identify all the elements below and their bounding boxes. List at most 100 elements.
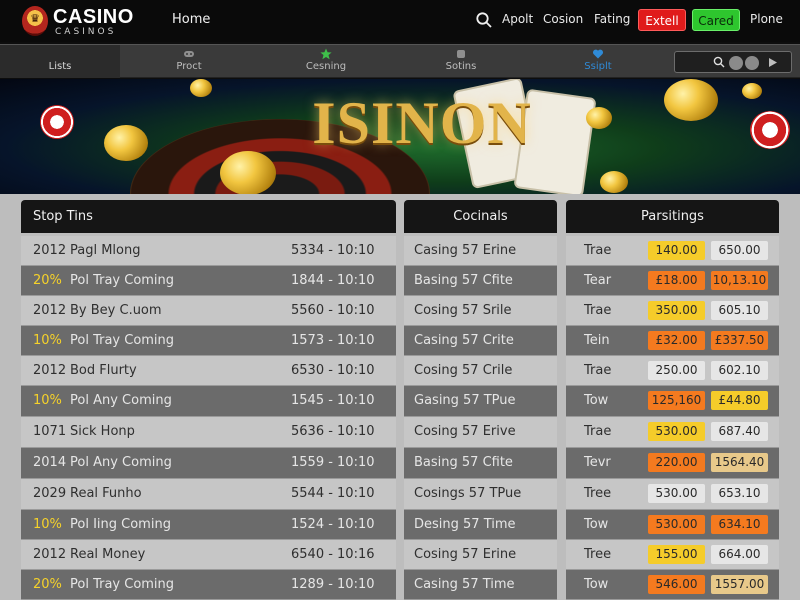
odds-pill-secondary[interactable]: 602.10: [711, 361, 768, 380]
table-row[interactable]: Trae 140.00 650.00: [566, 236, 779, 266]
row-value-cell: 1573 - 10:10: [291, 333, 375, 348]
table-row[interactable]: Tow 125,160 £44.80: [566, 386, 779, 417]
logo-sub-text: CASINOS: [55, 27, 117, 37]
tab-cesning[interactable]: Cesning: [258, 45, 394, 78]
odds-pill-primary[interactable]: £18.00: [648, 271, 705, 290]
table-row[interactable]: Trae 350.00 605.10: [566, 296, 779, 326]
table-row[interactable]: 20% Pol Tray Coming 1289 - 10:10: [21, 570, 396, 600]
table-row[interactable]: Tow 546.00 1557.00: [566, 570, 779, 600]
odds-pill-secondary[interactable]: 634.10: [711, 515, 768, 534]
row-casino-cell: Casing 57 Erine: [414, 243, 517, 258]
odds-pill-primary[interactable]: 155.00: [648, 545, 705, 564]
table-row[interactable]: Cosing 57 Srile: [404, 296, 557, 326]
table-row[interactable]: Casing 57 Time: [404, 570, 557, 600]
row-year-cell: 20%: [33, 577, 62, 592]
odds-pill-secondary[interactable]: 1564.40: [711, 453, 768, 472]
table-row[interactable]: Cosing 57 Crile: [404, 356, 557, 386]
nav-link-casino[interactable]: Cosion: [543, 12, 583, 26]
table-row[interactable]: Cosing 57 Erive: [404, 417, 557, 448]
odds-pill-secondary[interactable]: £337.50: [711, 331, 768, 350]
table-row[interactable]: 2012 Pagl Mlong 5334 - 10:10: [21, 236, 396, 266]
odds-pill-primary[interactable]: 125,160: [648, 391, 705, 410]
tab-proct[interactable]: Proct: [121, 45, 257, 78]
table-row[interactable]: Trae 530.00 687.40: [566, 417, 779, 448]
row-casino-cell: Basing 57 Cfite: [414, 455, 513, 470]
table-row[interactable]: Cosings 57 TPue: [404, 479, 557, 510]
odds-pill-secondary[interactable]: 1557.00: [711, 575, 768, 594]
table-row[interactable]: Desing 57 Time: [404, 510, 557, 540]
tab-proct-label: Proct: [176, 61, 202, 72]
search-icon[interactable]: [475, 11, 493, 29]
table-row[interactable]: 2029 Real Funho 5544 - 10:10: [21, 479, 396, 510]
search-icon[interactable]: [713, 56, 725, 68]
odds-pill-primary[interactable]: 530.00: [648, 515, 705, 534]
poker-chip-image: [40, 105, 74, 139]
nav-link-ratings[interactable]: Fating: [594, 12, 630, 26]
nav-link-about[interactable]: Apolt: [502, 12, 533, 26]
table-row[interactable]: Basing 57 Cfite: [404, 448, 557, 479]
odds-pill-secondary[interactable]: 653.10: [711, 484, 768, 503]
table-row[interactable]: 10% Pol Any Coming 1545 - 10:10: [21, 386, 396, 417]
row-casino-cell: Desing 57 Time: [414, 517, 516, 532]
table-row[interactable]: Tein £32.00 £337.50: [566, 326, 779, 356]
gold-coin-image: [664, 79, 718, 121]
login-button[interactable]: Extell: [638, 9, 686, 31]
odds-pill-secondary[interactable]: 650.00: [711, 241, 768, 260]
row-name-cell: Pol Any Coming: [70, 455, 172, 470]
site-logo[interactable]: ♛ CASINO CASINOS: [18, 3, 148, 39]
table-row[interactable]: Casing 57 Erine: [404, 236, 557, 266]
table-row[interactable]: 20% Pol Tray Coming 1844 - 10:10: [21, 266, 396, 296]
table-row[interactable]: Tear £18.00 10,13.10: [566, 266, 779, 296]
panel-left-title: Stop Tins: [21, 200, 396, 233]
table-row[interactable]: 1071 Sick Honp 5636 - 10:10: [21, 417, 396, 448]
search-option-icon[interactable]: [729, 56, 743, 70]
table-row[interactable]: Tree 155.00 664.00: [566, 540, 779, 570]
odds-pill-primary[interactable]: 546.00: [648, 575, 705, 594]
table-row[interactable]: Basing 57 Cfite: [404, 266, 557, 296]
phone-link[interactable]: Plone: [750, 12, 783, 26]
nav-home-link[interactable]: Home: [172, 12, 210, 27]
panel-right: Parsitings Trae 140.00 650.00 Tear £18.00 10,…: [566, 200, 779, 600]
odds-pill-primary[interactable]: 350.00: [648, 301, 705, 320]
odds-pill-primary[interactable]: 530.00: [648, 484, 705, 503]
table-row[interactable]: 2012 Bod Flurty 6530 - 10:10: [21, 356, 396, 386]
table-row[interactable]: 10% Pol Tray Coming 1573 - 10:10: [21, 326, 396, 356]
odds-pill-primary[interactable]: 530.00: [648, 422, 705, 441]
top-header: ♛ CASINO CASINOS Home Apolt Cosion Fatin…: [0, 0, 800, 42]
row-value-cell: 1545 - 10:10: [291, 393, 375, 408]
chips-icon: [457, 50, 465, 58]
table-row[interactable]: Tevr 220.00 1564.40: [566, 448, 779, 479]
odds-pill-secondary[interactable]: 687.40: [711, 422, 768, 441]
table-row[interactable]: 10% Pol Iing Coming 1524 - 10:10: [21, 510, 396, 540]
tab-ssiplt[interactable]: Ssiplt: [528, 45, 668, 78]
play-icon[interactable]: [767, 57, 778, 68]
row-type-cell: Tree: [584, 547, 612, 562]
hero-title: ISINON: [312, 90, 532, 156]
heart-icon: [592, 49, 604, 59]
table-row[interactable]: Casing 57 Crite: [404, 326, 557, 356]
tab-lists[interactable]: Lists: [0, 45, 120, 78]
odds-pill-primary[interactable]: 140.00: [648, 241, 705, 260]
odds-pill-secondary[interactable]: £44.80: [711, 391, 768, 410]
row-casino-cell: Casing 57 Crite: [414, 333, 514, 348]
table-row[interactable]: Trae 250.00 602.10: [566, 356, 779, 386]
table-row[interactable]: 2014 Pol Any Coming 1559 - 10:10: [21, 448, 396, 479]
row-casino-cell: Cosing 57 Erive: [414, 424, 516, 439]
table-row[interactable]: Gasing 57 TPue: [404, 386, 557, 417]
odds-pill-secondary[interactable]: 664.00: [711, 545, 768, 564]
nav-search-box[interactable]: [674, 51, 792, 73]
tab-sotins[interactable]: Sotins: [395, 45, 527, 78]
table-row[interactable]: 2012 Real Money 6540 - 10:16: [21, 540, 396, 570]
odds-pill-secondary[interactable]: 605.10: [711, 301, 768, 320]
table-row[interactable]: Tree 530.00 653.10: [566, 479, 779, 510]
table-row[interactable]: Cosing 57 Erine: [404, 540, 557, 570]
odds-pill-primary[interactable]: £32.00: [648, 331, 705, 350]
search-filter-icon[interactable]: [745, 56, 759, 70]
register-button[interactable]: Cared: [692, 9, 740, 31]
odds-pill-secondary[interactable]: 10,13.10: [711, 271, 768, 290]
odds-pill-primary[interactable]: 250.00: [648, 361, 705, 380]
table-row[interactable]: 2012 By Bey C.uom 5560 - 10:10: [21, 296, 396, 326]
odds-pill-primary[interactable]: 220.00: [648, 453, 705, 472]
tab-cesning-label: Cesning: [305, 61, 347, 72]
table-row[interactable]: Tow 530.00 634.10: [566, 510, 779, 540]
